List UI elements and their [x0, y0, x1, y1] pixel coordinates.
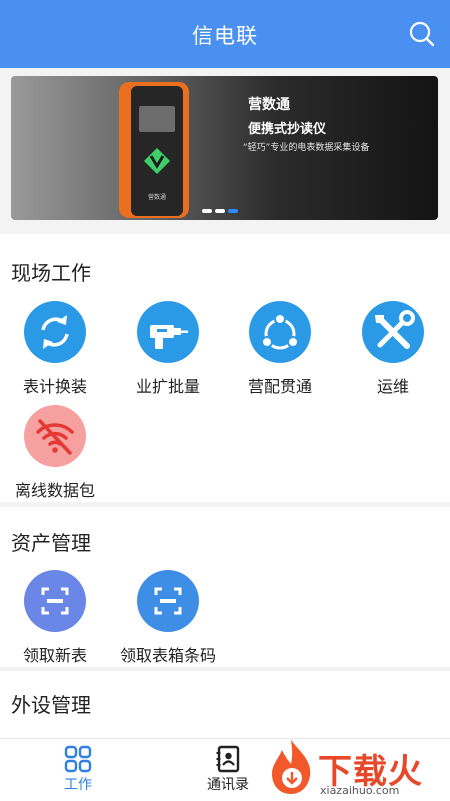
tab-work[interactable]: 工作 — [33, 739, 123, 801]
section-title: 现场工作 — [11, 261, 91, 285]
banner-title: 营数通 — [248, 97, 290, 113]
drill-icon — [137, 301, 199, 363]
section-asset-management: 资产管理 领取新表 领取表箱条码 — [0, 507, 450, 667]
share-icon — [249, 301, 311, 363]
section-title: 外设管理 — [11, 693, 91, 717]
carousel-dot[interactable] — [215, 209, 225, 213]
refresh-icon — [24, 301, 86, 363]
scan-icon — [24, 570, 86, 632]
tile-label: 领取表箱条码 — [119, 646, 216, 665]
banner-carousel[interactable]: 营数通 营数通 便携式抄读仪 “轻巧”专业的电表数据采集设备 — [11, 76, 438, 220]
scan-icon — [137, 570, 199, 632]
wifi-off-icon — [24, 405, 86, 467]
watermark-url: xiazaihuo.com — [320, 784, 400, 797]
app-header: 信电联 — [0, 0, 450, 68]
search-icon[interactable] — [408, 20, 436, 48]
device-brand-label: 营数通 — [147, 194, 166, 201]
tile-label: 表计换装 — [22, 377, 87, 396]
banner-description: “轻巧”专业的电表数据采集设备 — [243, 143, 370, 153]
contacts-icon — [214, 745, 242, 773]
grid-icon — [64, 745, 92, 773]
banner-subtitle: 便携式抄读仪 — [248, 122, 327, 137]
tile-label: 离线数据包 — [14, 481, 95, 500]
tile-label: 营配贯通 — [247, 377, 312, 396]
tools-icon — [362, 301, 424, 363]
section-title: 资产管理 — [11, 531, 91, 555]
device-logo-icon — [142, 146, 172, 176]
page-title: 信电联 — [192, 24, 258, 48]
watermark: 下载火 xiazaihuo.com — [262, 734, 450, 800]
tab-label: 通讯录 — [207, 777, 249, 793]
tile-label: 运维 — [376, 377, 409, 396]
section-field-work: 现场工作 表计换装 业扩批量 营配贯通 运维 离线数据包 — [0, 234, 450, 502]
tab-contacts[interactable]: 通讯录 — [183, 739, 273, 801]
carousel-dot[interactable] — [202, 209, 212, 213]
carousel-dot-active[interactable] — [228, 209, 238, 213]
tab-label: 工作 — [64, 777, 92, 793]
tile-label: 业扩批量 — [135, 377, 200, 396]
section-peripheral-management: 外设管理 — [0, 671, 450, 738]
flame-logo-icon — [266, 738, 316, 796]
tile-label: 领取新表 — [22, 646, 87, 665]
